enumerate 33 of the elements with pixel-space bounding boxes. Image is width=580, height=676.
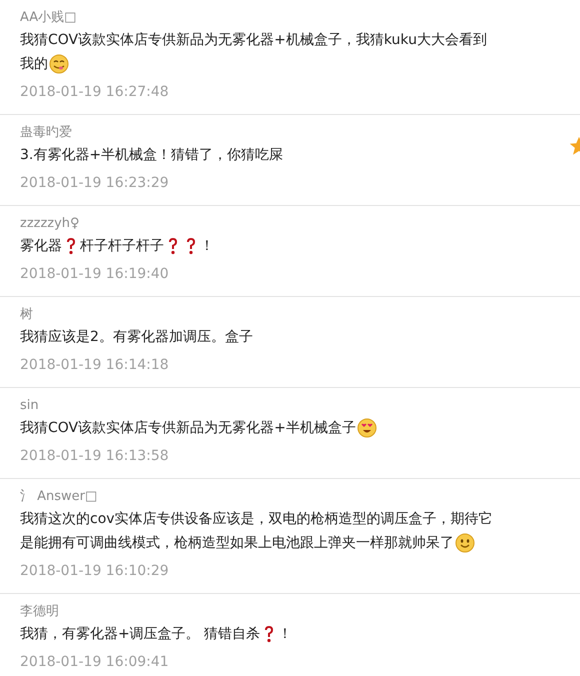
- comment-text: 我猜COV该款实体店专供新品为无雾化器+半机械盒子: [20, 419, 356, 438]
- author-name: 氵 Answer□: [20, 488, 98, 506]
- comment-time: 2018-01-19 16:23:29: [20, 174, 170, 193]
- author-name: 树: [20, 306, 34, 324]
- comment-time: 2018-01-19 16:09:41: [20, 653, 170, 672]
- question-mark-icon: [65, 237, 77, 255]
- comment-time: 2018-01-19 16:14:18: [20, 356, 170, 375]
- comment-time: 2018-01-19 16:27:48: [20, 83, 170, 102]
- tongue-face-icon: [49, 54, 69, 74]
- comment-text: 我的: [20, 55, 48, 74]
- comment-time: 2018-01-19 16:10:29: [20, 562, 170, 581]
- comment-time: 2018-01-19 16:19:40: [20, 265, 170, 284]
- comment-text: 我猜，有雾化器+调压盒子。 猜错自杀: [20, 625, 260, 644]
- question-mark-icon: [185, 237, 197, 255]
- comment-text: 我猜应该是2。有雾化器加调压。盒子: [20, 328, 253, 347]
- comment-text: 杆子杆子杆子: [80, 237, 164, 256]
- author-name: AA小贱□: [20, 9, 78, 27]
- author-name: zzzzzyh♀: [20, 215, 81, 233]
- comment-text: 是能拥有可调曲线模式，枪柄造型如果上电池跟上弹夹一样那就帅呆了: [20, 534, 454, 553]
- author-name: 蛊毒旳爱: [20, 124, 73, 142]
- comment-text: 3.有雾化器+半机械盒！猜错了，你猜吃屎: [20, 146, 284, 165]
- comment-time: 2018-01-19 16:13:58: [20, 447, 170, 466]
- comment-text: ！: [278, 625, 292, 644]
- heart-eyes-face-icon: [356, 418, 377, 438]
- author-name: sin: [20, 397, 40, 415]
- author-name: 李德明: [20, 603, 60, 621]
- comment-text: 我猜COV该款实体店专供新品为无雾化器+机械盒子，我猜kuku大大会看到: [20, 31, 487, 50]
- comment-text: 我猜这次的cov实体店专供设备应该是，双电的枪柄造型的调压盒子，期待它: [20, 510, 493, 529]
- comment-text: ！: [200, 237, 214, 256]
- comment-text: 雾化器: [20, 237, 62, 256]
- question-mark-icon: [263, 625, 276, 643]
- question-mark-icon: [167, 237, 179, 255]
- smiley-face-icon: [455, 533, 475, 553]
